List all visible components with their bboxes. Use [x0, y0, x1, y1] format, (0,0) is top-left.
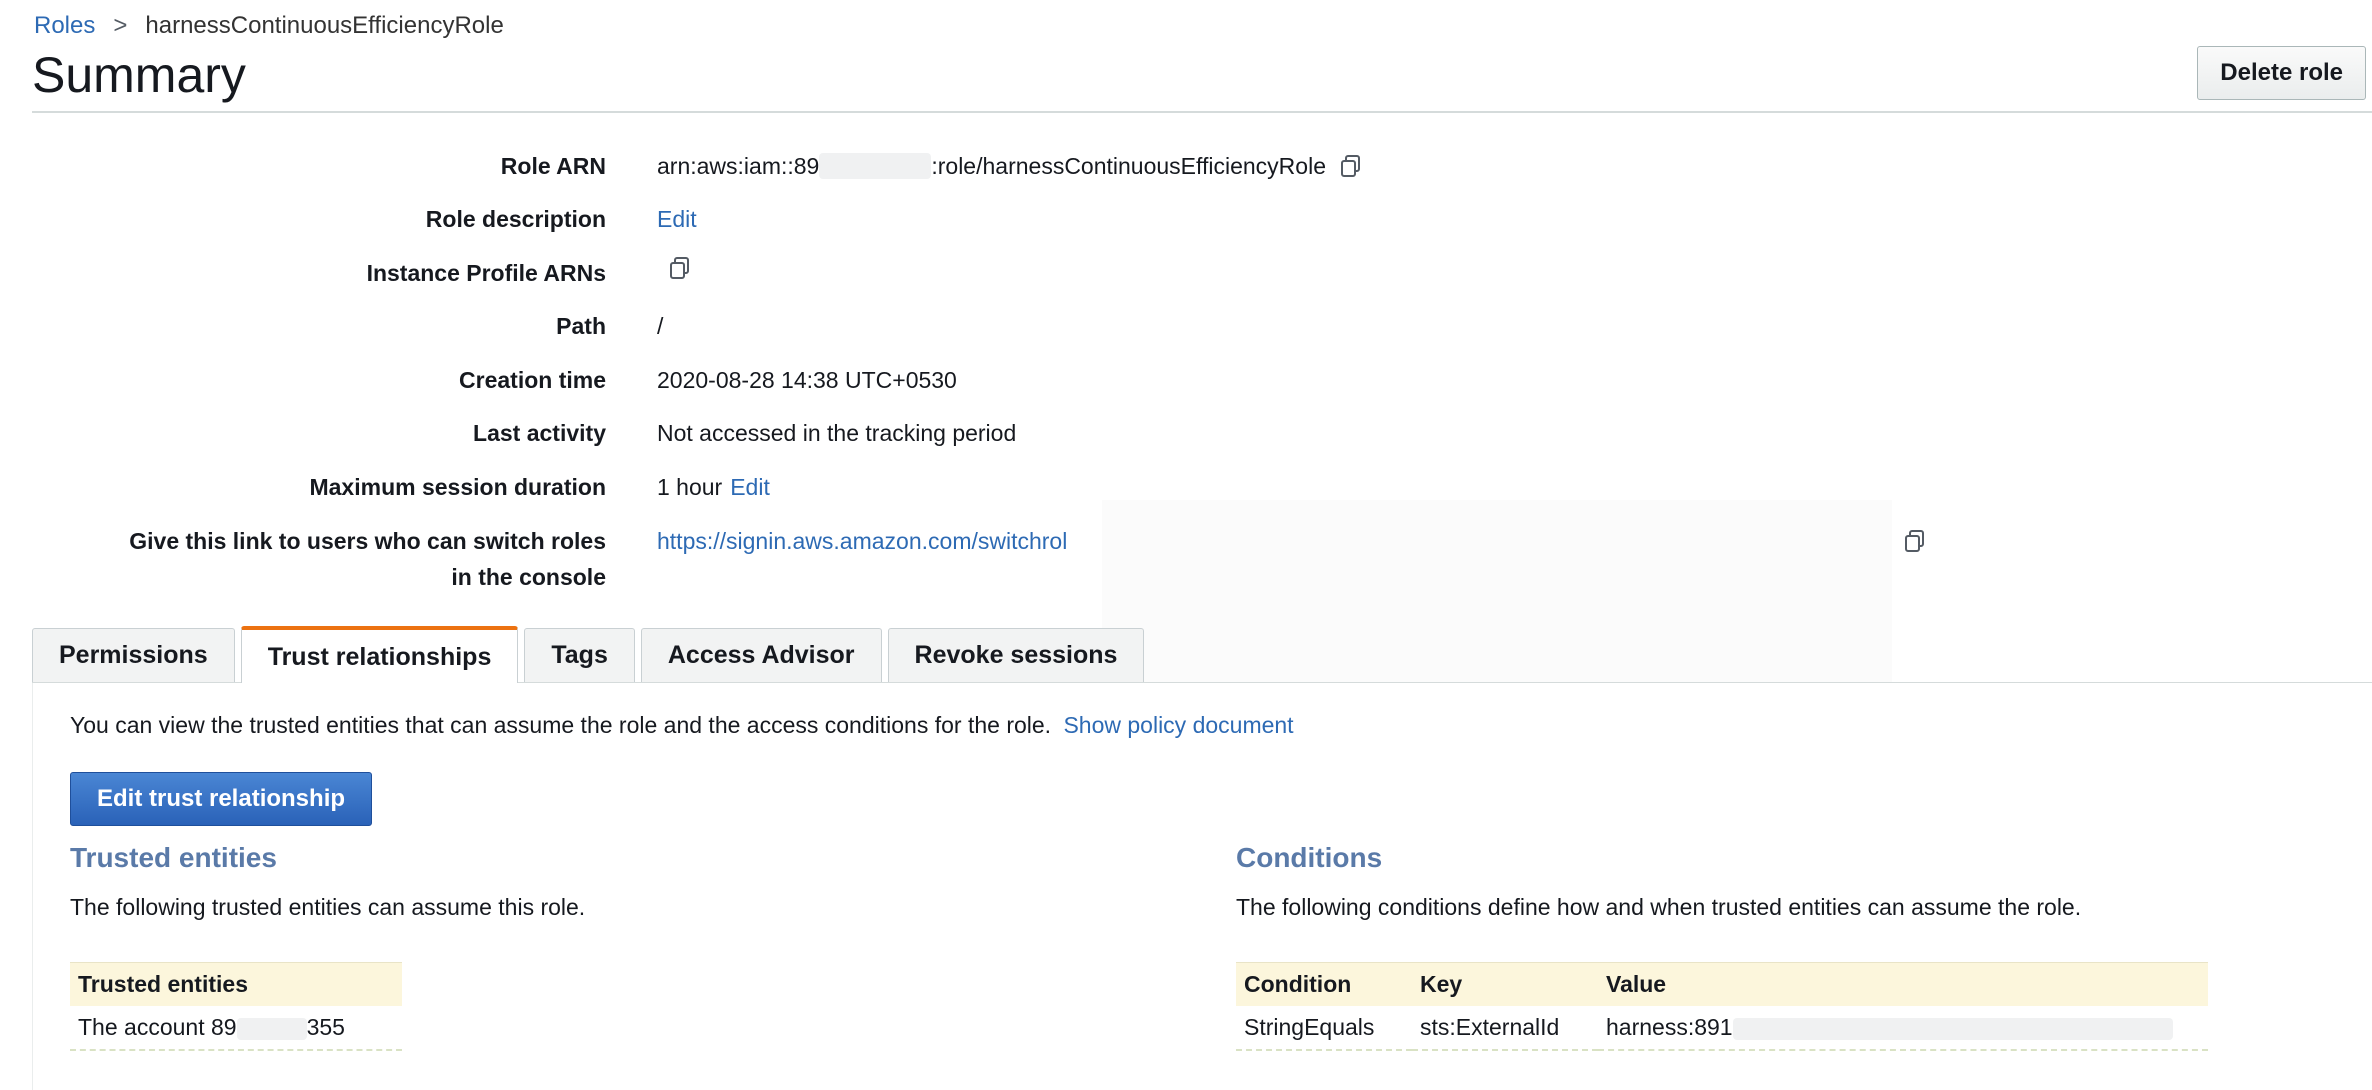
max-session-duration: 1 hour — [657, 474, 723, 500]
path-label: Path — [556, 313, 606, 339]
iam-role-summary-page: Roles > harnessContinuousEfficiencyRole … — [0, 0, 2372, 1090]
conditions-title: Conditions — [1236, 842, 1383, 873]
trusted-entities-table: Trusted entities The account 89 355 — [70, 962, 402, 1051]
conditions-desc: The following conditions define how and … — [1236, 894, 2082, 920]
conditions-table: Condition Key Value StringEquals sts:Ext… — [1236, 962, 2208, 1051]
delete-role-button[interactable]: Delete role — [2197, 46, 2366, 100]
max-session-edit-link[interactable]: Edit — [730, 469, 770, 505]
breadcrumb-roles-link[interactable]: Roles — [34, 12, 95, 40]
role-arn-prefix: arn:aws:iam::89 — [657, 153, 820, 179]
condition-operator: StringEquals — [1236, 1006, 1412, 1051]
tab-bar: Permissions Trust relationships Tags Acc… — [32, 626, 1145, 685]
role-description-label: Role description — [425, 206, 606, 232]
max-session-label: Maximum session duration — [309, 474, 606, 500]
tab-tags[interactable]: Tags — [524, 628, 635, 682]
condition-value-prefix: harness:891 — [1606, 1014, 1733, 1040]
trust-intro-text: You can view the trusted entities that c… — [70, 712, 1052, 738]
tab-access-advisor[interactable]: Access Advisor — [640, 628, 882, 682]
table-row: The account 89 355 — [70, 1006, 402, 1051]
trusted-entity-account: The account 89 355 — [70, 1006, 402, 1051]
redacted-account-id — [236, 1017, 307, 1040]
breadcrumb: Roles > harnessContinuousEfficiencyRole — [34, 12, 504, 40]
trusted-entities-desc: The following trusted entities can assum… — [70, 894, 586, 920]
copy-icon[interactable] — [1902, 528, 1928, 554]
page-title: Summary — [32, 47, 246, 103]
tab-trust-relationships[interactable]: Trust relationships — [240, 626, 519, 685]
conditions-header-key: Key — [1412, 962, 1598, 1006]
switch-role-label-line2: in the console — [451, 564, 606, 590]
header-divider — [32, 111, 2372, 113]
trusted-entities-header: Trusted entities — [70, 962, 402, 1006]
conditions-header-value: Value — [1598, 962, 2208, 1006]
switch-role-label: Give this link to users who can switch r… — [6, 523, 606, 595]
path-row: Path / — [0, 308, 2372, 348]
copy-icon[interactable] — [1338, 153, 1364, 179]
switch-role-label-line1: Give this link to users who can switch r… — [129, 528, 606, 554]
copy-icon[interactable] — [667, 255, 693, 281]
tab-permissions[interactable]: Permissions — [32, 628, 235, 682]
last-activity-label: Last activity — [473, 420, 606, 446]
edit-trust-relationship-button[interactable]: Edit trust relationship — [70, 772, 373, 826]
role-arn-value: arn:aws:iam::89 :role/harnessContinuousE… — [657, 148, 1364, 184]
creation-time-value: 2020-08-28 14:38 UTC+0530 — [657, 367, 957, 393]
tab-revoke-sessions[interactable]: Revoke sessions — [887, 628, 1145, 682]
trusted-account-suffix: 355 — [306, 1014, 345, 1040]
trust-intro: You can view the trusted entities that c… — [70, 712, 1294, 739]
last-activity-value: Not accessed in the tracking period — [657, 420, 1017, 446]
switch-role-row: Give this link to users who can switch r… — [0, 523, 2372, 603]
trusted-account-prefix: The account 89 — [78, 1014, 237, 1040]
creation-time-row: Creation time 2020-08-28 14:38 UTC+0530 — [0, 362, 2372, 402]
conditions-header-condition: Condition — [1236, 962, 1412, 1006]
max-session-value: 1 hour Edit — [657, 469, 770, 505]
role-arn-row: Role ARN arn:aws:iam::89 :role/harnessCo… — [0, 148, 2372, 188]
role-description-value: Edit — [657, 201, 697, 237]
switch-role-link[interactable]: https://signin.aws.amazon.com/switchrol — [657, 523, 1067, 559]
redacted-account-id — [819, 153, 932, 179]
table-row: StringEquals sts:ExternalId harness:891 — [1236, 1006, 2208, 1051]
path-value: / — [657, 313, 664, 339]
role-description-edit-link[interactable]: Edit — [657, 201, 697, 237]
instance-profile-value — [667, 255, 693, 281]
instance-profile-row: Instance Profile ARNs — [0, 255, 2372, 295]
role-arn-label: Role ARN — [500, 153, 606, 179]
switch-role-value: https://signin.aws.amazon.com/switchrol — [657, 523, 1067, 559]
condition-key: sts:ExternalId — [1412, 1006, 1598, 1051]
last-activity-row: Last activity Not accessed in the tracki… — [0, 415, 2372, 455]
redacted-external-id — [1732, 1017, 2173, 1040]
condition-value: harness:891 — [1598, 1006, 2208, 1051]
role-arn-suffix: :role/harnessContinuousEfficiencyRole — [931, 153, 1326, 179]
creation-time-label: Creation time — [459, 367, 606, 393]
breadcrumb-current: harnessContinuousEfficiencyRole — [145, 12, 504, 39]
role-description-row: Role description Edit — [0, 201, 2372, 241]
breadcrumb-separator: > — [113, 12, 128, 39]
instance-profile-label: Instance Profile ARNs — [366, 260, 606, 286]
show-policy-link[interactable]: Show policy document — [1063, 712, 1293, 738]
trusted-entities-title: Trusted entities — [70, 842, 277, 873]
